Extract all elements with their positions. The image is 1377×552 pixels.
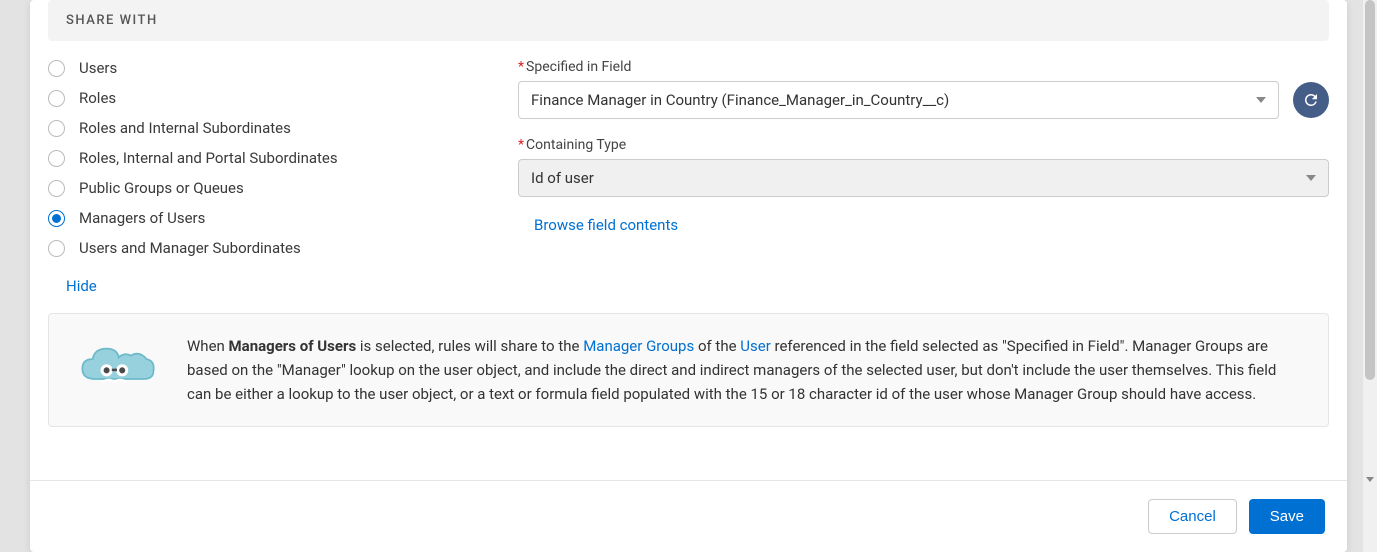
share-with-radio-group: Users Roles Roles and Internal Subordina… (48, 59, 478, 257)
info-mid1: is selected, rules will share to the (356, 337, 583, 355)
specified-field-group: *Specified in Field Finance Manager in C… (518, 59, 1329, 119)
specified-in-field-select[interactable]: Finance Manager in Country (Finance_Mana… (518, 81, 1279, 119)
required-mark-icon: * (518, 59, 524, 75)
scrollbar-thumb[interactable] (1365, 0, 1375, 380)
chevron-down-icon (1256, 97, 1266, 103)
info-cloud-icon (73, 340, 161, 396)
refresh-button[interactable] (1293, 82, 1329, 118)
containing-type-label: *Containing Type (518, 137, 1329, 153)
cancel-button[interactable]: Cancel (1148, 499, 1237, 534)
scroll-down-icon (1366, 477, 1374, 482)
info-prefix: When (187, 337, 229, 355)
info-box: When Managers of Users is selected, rule… (48, 313, 1329, 427)
radio-roles-internal-portal-subordinates[interactable]: Roles, Internal and Portal Subordinates (48, 149, 478, 167)
section-header: SHARE WITH (48, 0, 1329, 41)
radio-public-groups-queues[interactable]: Public Groups or Queues (48, 179, 478, 197)
radio-users[interactable]: Users (48, 59, 478, 77)
label-text: Specified in Field (526, 59, 631, 75)
required-mark-icon: * (518, 137, 524, 153)
radio-icon (48, 180, 65, 197)
radio-icon (48, 150, 65, 167)
manager-groups-link[interactable]: Manager Groups (583, 337, 694, 355)
info-bold: Managers of Users (229, 337, 357, 355)
radio-label: Roles, Internal and Portal Subordinates (79, 149, 338, 167)
radio-icon (48, 90, 65, 107)
containing-type-select[interactable]: Id of user (518, 159, 1329, 197)
user-link[interactable]: User (740, 337, 771, 355)
save-button[interactable]: Save (1249, 499, 1325, 534)
scrollbar[interactable] (1363, 0, 1377, 552)
radio-label: Roles (79, 89, 116, 107)
radio-managers-of-users[interactable]: Managers of Users (48, 209, 478, 227)
radio-label: Public Groups or Queues (79, 179, 244, 197)
left-column: Users Roles Roles and Internal Subordina… (48, 59, 478, 257)
content-row: Users Roles Roles and Internal Subordina… (48, 59, 1329, 257)
info-mid2: of the (694, 337, 740, 355)
radio-label: Users (79, 59, 117, 77)
modal-body: SHARE WITH Users Roles Roles and Interna… (30, 0, 1347, 480)
modal-footer: Cancel Save (30, 480, 1347, 552)
radio-label: Managers of Users (79, 209, 205, 227)
specified-field-row: Finance Manager in Country (Finance_Mana… (518, 81, 1329, 119)
radio-icon (48, 120, 65, 137)
radio-label: Users and Manager Subordinates (79, 239, 301, 257)
radio-label: Roles and Internal Subordinates (79, 119, 291, 137)
select-value: Id of user (531, 169, 594, 187)
share-with-modal: SHARE WITH Users Roles Roles and Interna… (30, 0, 1347, 552)
containing-type-group: *Containing Type Id of user (518, 137, 1329, 197)
chevron-down-icon (1306, 175, 1316, 181)
right-column: *Specified in Field Finance Manager in C… (518, 59, 1329, 257)
radio-icon (48, 240, 65, 257)
hide-link[interactable]: Hide (66, 277, 97, 295)
specified-field-label: *Specified in Field (518, 59, 1329, 75)
radio-roles[interactable]: Roles (48, 89, 478, 107)
info-text: When Managers of Users is selected, rule… (187, 334, 1304, 406)
select-value: Finance Manager in Country (Finance_Mana… (531, 91, 949, 109)
radio-icon (48, 210, 65, 227)
radio-icon (48, 60, 65, 77)
radio-users-manager-subordinates[interactable]: Users and Manager Subordinates (48, 239, 478, 257)
refresh-icon (1302, 91, 1320, 109)
label-text: Containing Type (526, 137, 626, 153)
radio-roles-internal-subordinates[interactable]: Roles and Internal Subordinates (48, 119, 478, 137)
browse-field-contents-link[interactable]: Browse field contents (534, 216, 678, 234)
